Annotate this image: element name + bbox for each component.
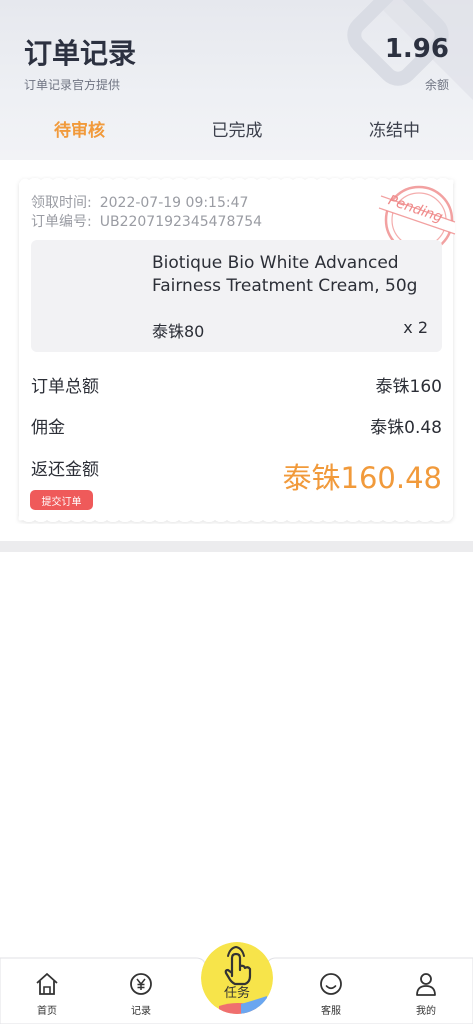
home-icon xyxy=(36,973,58,995)
product-item[interactable]: Biotique Bio White Advanced Fairness Tre… xyxy=(31,240,442,352)
nav-task-label: 任务 xyxy=(223,986,250,1001)
page-title: 订单记录 xyxy=(24,37,137,70)
page-subtitle: 订单记录官方提供 xyxy=(24,78,121,92)
return-amount-value: 泰铢160.48 xyxy=(282,461,442,495)
order-number: 订单编号: UB2207192345478754 xyxy=(31,211,262,231)
nav-mine[interactable]: 我的 xyxy=(396,970,456,1017)
tab-frozen[interactable]: 冻结中 xyxy=(369,116,420,141)
status-tabs: 待审核 已完成 冻结中 xyxy=(0,108,473,148)
order-total-label: 订单总额 xyxy=(31,377,99,397)
return-amount-label: 返还金额 xyxy=(31,460,99,480)
balance-value: 1.96 xyxy=(384,34,449,64)
tab-completed[interactable]: 已完成 xyxy=(212,116,263,141)
commission-label: 佣金 xyxy=(31,418,65,438)
commission-value: 泰铢0.48 xyxy=(370,418,442,438)
user-icon xyxy=(416,973,436,996)
records-icon xyxy=(130,973,152,995)
product-price: 泰铢80 xyxy=(152,322,205,341)
nav-home[interactable]: 首页 xyxy=(17,970,77,1017)
nav-service-label: 客服 xyxy=(321,1006,341,1017)
nav-mine-label: 我的 xyxy=(416,1006,436,1017)
tab-pending-review[interactable]: 待审核 xyxy=(54,116,105,141)
nav-service[interactable]: 客服 xyxy=(301,970,361,1017)
order-total-value: 泰铢160 xyxy=(375,377,442,397)
product-name: Biotique Bio White Advanced Fairness Tre… xyxy=(152,253,418,296)
nav-records[interactable]: 记录 xyxy=(111,970,171,1017)
section-divider xyxy=(0,541,473,552)
nav-records-label: 记录 xyxy=(131,1006,151,1017)
nav-home-label: 首页 xyxy=(37,1006,57,1017)
balance-label: 余额 xyxy=(424,78,449,92)
nav-task-button[interactable]: 任务 xyxy=(201,942,273,1014)
header: 订单记录 订单记录官方提供 1.96 余额 待审核 已完成 冻结中 xyxy=(0,0,473,160)
claim-time-value: 2022-07-19 09:15:47 xyxy=(99,195,249,211)
bottom-navigation: 首页 记录 任务 客服 我的 xyxy=(0,942,473,1024)
order-number-value: UB2207192345478754 xyxy=(99,214,263,230)
product-quantity: x 2 xyxy=(403,318,428,337)
order-number-label: 订单编号: xyxy=(31,214,92,230)
claim-time-label: 领取时间: xyxy=(31,195,92,211)
order-card: 领取时间: 2022-07-19 09:15:47 订单编号: UB22071923… xyxy=(15,176,457,524)
claim-time: 领取时间: 2022-07-19 09:15:47 xyxy=(31,192,248,212)
task-icon xyxy=(201,942,273,1014)
submit-order-button[interactable]: 提交订单 xyxy=(30,490,93,510)
customer-service-icon xyxy=(320,973,342,995)
